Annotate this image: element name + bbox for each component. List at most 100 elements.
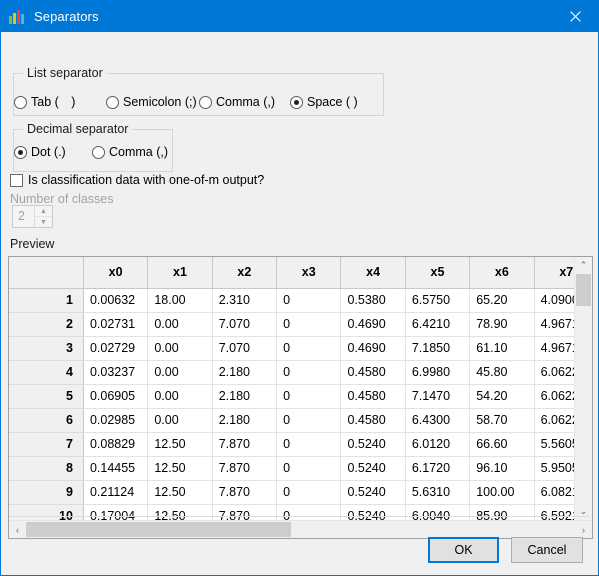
number-of-classes-stepper[interactable]: 2 ▲ ▼ [12, 205, 53, 228]
table-row[interactable]: 5 0.06905 0.00 2.180 0 0.4580 7.1470 54.20 6.062… [9, 384, 574, 409]
table-cell[interactable]: 65.20 [469, 288, 535, 313]
table-cell[interactable]: 7.070 [212, 312, 278, 337]
table-cell[interactable]: 6.5750 [405, 288, 471, 313]
vertical-scrollbar[interactable]: ⌃ ⌄ [574, 257, 592, 520]
preview-grid-viewport[interactable]: x0 x1 x2 x3 x4 x5 x6 x7 1 0.00632 18.00 2.310 0 0.53… [9, 257, 574, 520]
table-cell[interactable]: 0.02731 [83, 312, 149, 337]
row-header[interactable]: 5 [9, 384, 84, 409]
table-row[interactable]: 6 0.02985 0.00 2.180 0 0.4580 6.4300 58.70 6.062… [9, 408, 574, 433]
table-cell[interactable]: 2.180 [212, 384, 278, 409]
table-cell[interactable]: 45.80 [469, 360, 535, 385]
table-cell[interactable]: 0 [276, 336, 342, 361]
row-header[interactable]: 2 [9, 312, 84, 337]
table-cell[interactable]: 12.50 [147, 432, 213, 457]
table-cell[interactable]: 0.03237 [83, 360, 149, 385]
table-cell[interactable]: 0 [276, 288, 342, 313]
table-cell[interactable]: 0.00 [147, 408, 213, 433]
table-cell[interactable]: 0.00 [147, 360, 213, 385]
table-cell[interactable]: 0.00 [147, 336, 213, 361]
radio-list-separator-tab[interactable]: Tab ( ) [14, 95, 75, 109]
table-row[interactable]: 2 0.02731 0.00 7.070 0 0.4690 6.4210 78.90 4.967… [9, 312, 574, 337]
classification-checkbox[interactable]: Is classification data with one-of-m out… [10, 173, 264, 187]
table-cell[interactable]: 0.14455 [83, 456, 149, 481]
radio-list-separator-semicolon[interactable]: Semicolon (;) [106, 95, 197, 109]
table-cell[interactable]: 18.00 [147, 288, 213, 313]
table-cell[interactable]: 12.50 [147, 480, 213, 505]
table-cell[interactable]: 7.870 [212, 432, 278, 457]
table-cell[interactable]: 0 [276, 408, 342, 433]
radio-list-separator-comma[interactable]: Comma (,) [199, 95, 275, 109]
column-header-x5[interactable]: x5 [405, 257, 471, 289]
table-cell[interactable]: 0.4580 [340, 384, 406, 409]
radio-decimal-separator-comma[interactable]: Comma (,) [92, 145, 168, 159]
vertical-scroll-thumb[interactable] [576, 274, 591, 306]
table-cell[interactable]: 6.0821 [534, 480, 574, 505]
table-cell[interactable]: 6.1720 [405, 456, 471, 481]
table-cell[interactable]: 0 [276, 360, 342, 385]
table-cell[interactable]: 0.5240 [340, 432, 406, 457]
column-header-x4[interactable]: x4 [340, 257, 406, 289]
table-row[interactable]: 9 0.21124 12.50 7.870 0 0.5240 5.6310 100.00 6.0… [9, 480, 574, 505]
table-cell[interactable]: 4.9671 [534, 312, 574, 337]
table-cell[interactable]: 2.180 [212, 360, 278, 385]
table-cell[interactable]: 7.070 [212, 336, 278, 361]
column-header-x1[interactable]: x1 [147, 257, 213, 289]
stepper-down-icon[interactable]: ▼ [35, 217, 52, 227]
table-cell[interactable]: 0.00 [147, 312, 213, 337]
table-cell[interactable]: 0.00 [147, 384, 213, 409]
column-header-x6[interactable]: x6 [469, 257, 535, 289]
table-cell[interactable]: 100.00 [469, 480, 535, 505]
table-row[interactable]: 7 0.08829 12.50 7.870 0 0.5240 6.0120 66.60 5.56… [9, 432, 574, 457]
table-cell[interactable]: 0.02985 [83, 408, 149, 433]
table-cell[interactable]: 0.06905 [83, 384, 149, 409]
close-button[interactable] [552, 1, 598, 32]
table-cell[interactable]: 0 [276, 480, 342, 505]
table-cell[interactable]: 6.4210 [405, 312, 471, 337]
table-cell[interactable]: 58.70 [469, 408, 535, 433]
stepper-up-icon[interactable]: ▲ [35, 206, 52, 217]
table-cell[interactable]: 0.4690 [340, 312, 406, 337]
table-cell[interactable]: 2.310 [212, 288, 278, 313]
table-cell[interactable]: 0.08829 [83, 432, 149, 457]
column-header-x7[interactable]: x7 [534, 257, 574, 289]
column-header-x3[interactable]: x3 [276, 257, 342, 289]
table-cell[interactable]: 7.1850 [405, 336, 471, 361]
table-cell[interactable]: 0 [276, 312, 342, 337]
table-cell[interactable]: 2.180 [212, 408, 278, 433]
table-row[interactable]: 1 0.00632 18.00 2.310 0 0.5380 6.5750 65.20 4.09… [9, 288, 574, 313]
table-cell[interactable]: 0.5240 [340, 480, 406, 505]
row-header[interactable]: 8 [9, 456, 84, 481]
row-header[interactable]: 4 [9, 360, 84, 385]
table-cell[interactable]: 0 [276, 384, 342, 409]
table-cell[interactable]: 5.5605 [534, 432, 574, 457]
table-cell[interactable]: 78.90 [469, 312, 535, 337]
scroll-up-icon[interactable]: ⌃ [575, 257, 592, 274]
table-cell[interactable]: 5.9505 [534, 456, 574, 481]
table-row[interactable]: 8 0.14455 12.50 7.870 0 0.5240 6.1720 96.10 5.95… [9, 456, 574, 481]
table-cell[interactable]: 0 [276, 432, 342, 457]
table-cell[interactable]: 6.0622 [534, 408, 574, 433]
table-cell[interactable]: 6.0120 [405, 432, 471, 457]
row-header[interactable]: 6 [9, 408, 84, 433]
radio-decimal-separator-dot[interactable]: Dot (.) [14, 145, 66, 159]
table-cell[interactable]: 6.9980 [405, 360, 471, 385]
table-cell[interactable]: 0.00632 [83, 288, 149, 313]
vertical-scroll-track[interactable] [575, 274, 592, 503]
table-row[interactable]: 3 0.02729 0.00 7.070 0 0.4690 7.1850 61.10 4.967… [9, 336, 574, 361]
table-cell[interactable]: 61.10 [469, 336, 535, 361]
table-cell[interactable]: 6.4300 [405, 408, 471, 433]
row-header[interactable]: 1 [9, 288, 84, 313]
table-cell[interactable]: 4.9671 [534, 336, 574, 361]
table-cell[interactable]: 0.4580 [340, 408, 406, 433]
table-cell[interactable]: 0.5380 [340, 288, 406, 313]
table-cell[interactable]: 7.1470 [405, 384, 471, 409]
row-header[interactable]: 3 [9, 336, 84, 361]
table-cell[interactable]: 7.870 [212, 456, 278, 481]
table-cell[interactable]: 0.4580 [340, 360, 406, 385]
table-cell[interactable]: 54.20 [469, 384, 535, 409]
table-cell[interactable]: 7.870 [212, 480, 278, 505]
radio-list-separator-space[interactable]: Space ( ) [290, 95, 358, 109]
table-row[interactable]: 4 0.03237 0.00 2.180 0 0.4580 6.9980 45.80 6.062… [9, 360, 574, 385]
table-cell[interactable]: 0.5240 [340, 456, 406, 481]
ok-button[interactable]: OK [428, 537, 499, 563]
